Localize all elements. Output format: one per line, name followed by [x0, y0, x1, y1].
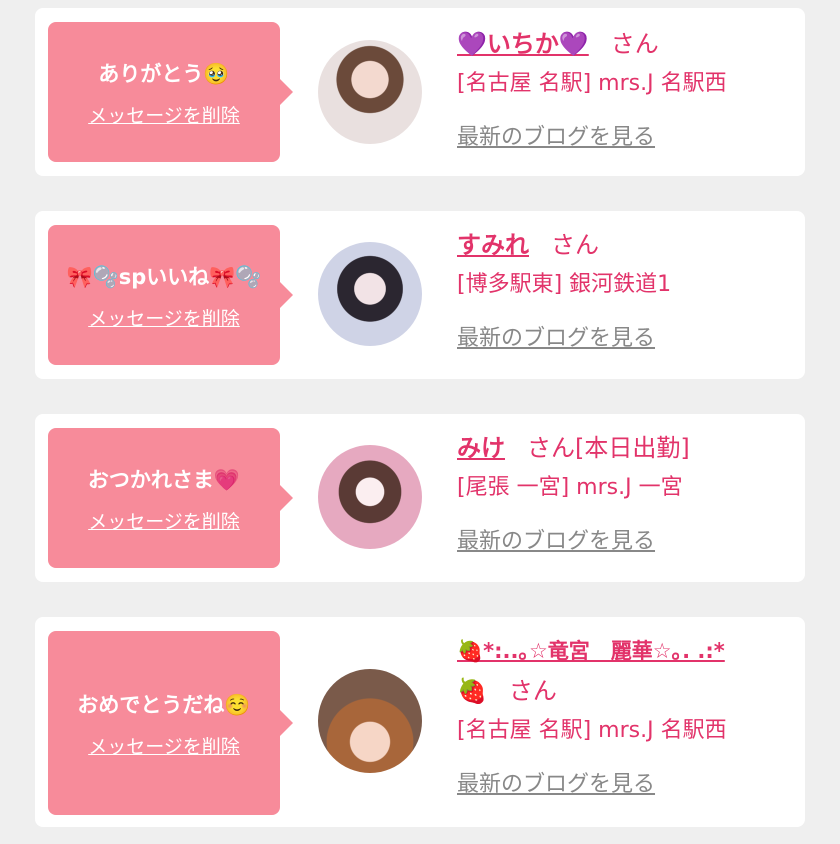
latest-blog-link[interactable]: 最新のブログを見る [457, 765, 797, 805]
latest-blog-link[interactable]: 最新のブログを見る [457, 522, 797, 562]
strawberry-icon: 🍓 [457, 677, 487, 705]
message-text: おつかれさま💗 [87, 467, 241, 492]
shop-label: [博多駅東] 銀河鉄道1 [457, 272, 672, 297]
shop-label: [尾張 一宮] mrs.J 一宮 [457, 475, 683, 500]
message-card: おつかれさま💗 メッセージを削除 みけ さん[本日出勤] [尾張 一宮] mrs.… [35, 414, 805, 582]
message-text: ありがとう🥹 [98, 61, 230, 86]
message-text: おめでとうだね☺️ [77, 692, 251, 717]
latest-blog-link[interactable]: 最新のブログを見る [457, 319, 797, 359]
message-text: 🎀🫧spいいね🎀🫧 [66, 264, 262, 289]
message-bubble: 🎀🫧spいいね🎀🫧 メッセージを削除 [48, 225, 293, 365]
message-card: ありがとう🥹 メッセージを削除 💜いちか💜 さん [名古屋 名駅] mrs.J 名… [35, 8, 805, 176]
delete-message-link[interactable]: メッセージを削除 [88, 304, 240, 331]
shop-label: [名古屋 名駅] mrs.J 名駅西 [457, 718, 727, 743]
girl-name-link[interactable]: みけ [457, 434, 505, 462]
latest-blog-link[interactable]: 最新のブログを見る [457, 118, 797, 158]
message-card: 🎀🫧spいいね🎀🫧 メッセージを削除 すみれ さん [博多駅東] 銀河鉄道1 最新… [35, 211, 805, 379]
delete-message-link[interactable]: メッセージを削除 [88, 732, 240, 759]
message-bubble: ありがとう🥹 メッセージを削除 [48, 22, 293, 162]
honorific: さん [610, 30, 659, 58]
honorific: さん [508, 677, 557, 705]
status-label: [本日出勤] [575, 434, 690, 462]
message-card: おめでとうだね☺️ メッセージを削除 🍓*:..｡☆竜宮 麗華☆｡. .:* 🍓… [35, 617, 805, 827]
delete-message-link[interactable]: メッセージを削除 [88, 101, 240, 128]
message-bubble: おめでとうだね☺️ メッセージを削除 [48, 631, 293, 815]
girl-name-link[interactable]: 🍓*:..｡☆竜宮 麗華☆｡. .:* [457, 639, 725, 663]
delete-message-link[interactable]: メッセージを削除 [88, 507, 240, 534]
avatar[interactable] [318, 445, 422, 549]
avatar[interactable] [318, 40, 422, 144]
girl-name-link[interactable]: 💜いちか💜 [457, 30, 589, 58]
message-bubble: おつかれさま💗 メッセージを削除 [48, 428, 293, 568]
shop-label: [名古屋 名駅] mrs.J 名駅西 [457, 71, 727, 96]
avatar[interactable] [318, 242, 422, 346]
honorific: さん [551, 231, 599, 259]
avatar[interactable] [318, 669, 422, 773]
girl-name-link[interactable]: すみれ [457, 231, 529, 259]
honorific: さん [527, 434, 575, 462]
